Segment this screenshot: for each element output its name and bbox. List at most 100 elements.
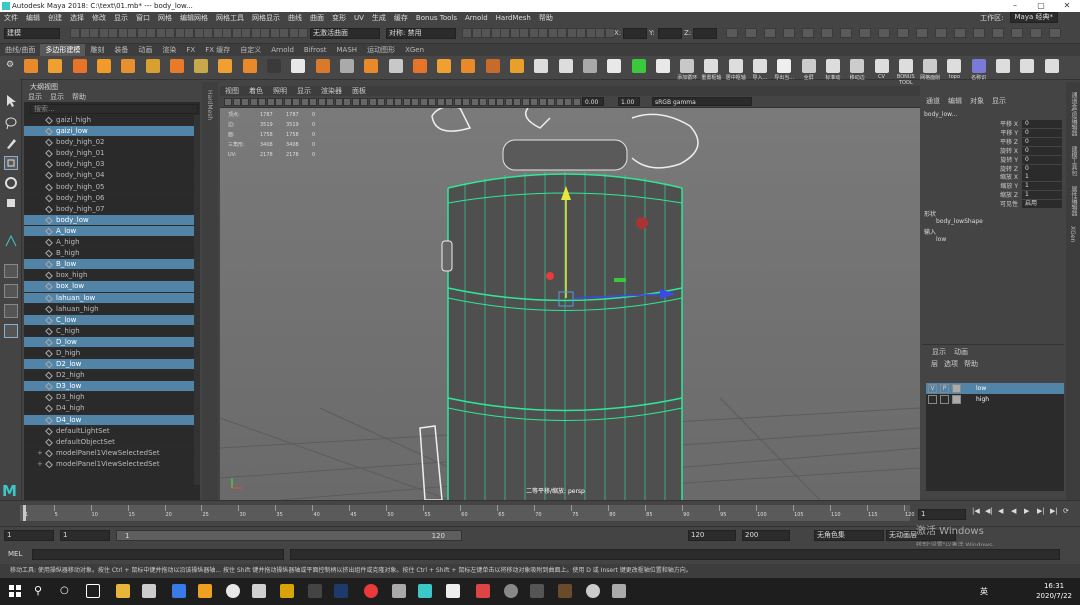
four-view-layout-icon[interactable] [4,284,18,298]
gamma-field[interactable]: 1.00 [618,97,640,106]
shelf-tool-icon[interactable] [194,59,209,73]
channel-row[interactable]: 可见性 启用 [922,200,1064,209]
shelf-tool-icon[interactable] [145,59,160,73]
persp-outliner-layout-icon[interactable] [4,304,18,318]
outliner-item[interactable]: defaultLightSet [24,426,194,437]
status-tool-icon[interactable] [250,28,261,38]
outliner-item[interactable]: body_high_05 [24,182,194,193]
app-icon-10[interactable] [476,584,490,598]
shelf-tool-icon[interactable] [582,59,597,73]
app-icon-14[interactable] [586,584,600,598]
shelf-tab[interactable]: 多边形建模 [40,44,86,56]
shelf-tool-icon[interactable] [1020,59,1035,73]
layer-menu-item[interactable]: 层 [928,360,941,368]
channel-row[interactable]: 旋转 X 0 [922,146,1064,156]
menu-item[interactable]: 创建 [44,12,66,24]
channel-value[interactable]: 0 [1022,146,1062,155]
app-icon-5[interactable] [280,584,294,598]
shelf-tool-icon[interactable] [801,59,816,73]
channel-value[interactable]: 1 [1022,191,1062,200]
outliner-item[interactable]: body_high_04 [24,170,194,182]
outliner-item[interactable]: D2_high [24,370,194,382]
viewport-tool-icon[interactable] [334,98,343,106]
status-panel-icon[interactable] [878,28,890,38]
system-clock[interactable]: 16:31 2020/7/22 [1036,581,1072,601]
viewport-tool-icon[interactable] [394,98,402,106]
shelf-tool-icon[interactable] [923,59,938,73]
menu-item[interactable]: 生成 [368,12,390,24]
viewport-tool-icon[interactable] [343,98,351,106]
viewport-menu-item[interactable]: 视图 [220,86,244,96]
status-tool-icon[interactable] [146,28,156,38]
status-tool-icon[interactable] [193,28,204,38]
menu-item[interactable]: 选择 [66,12,88,24]
viewport-tool-icon[interactable] [411,98,419,106]
status-tool-icon[interactable] [241,28,251,38]
shelf-tool-icon[interactable] [364,59,379,73]
shelf-tool-icon[interactable] [24,59,38,73]
outliner-item[interactable]: D3_low [24,381,194,393]
outliner-search-input[interactable]: 搜索... [30,104,198,114]
menu-set-dropdown[interactable]: 建模 [4,28,60,39]
status-tool-icon[interactable] [174,28,185,38]
layer-row[interactable]: V Plow [926,383,1064,394]
status-tool-icon[interactable] [127,28,137,38]
status-render-icon[interactable] [585,28,596,38]
status-tool-icon[interactable] [298,28,308,38]
shelf-tool-icon[interactable] [996,59,1010,73]
channel-row[interactable]: 旋转 Y 0 [922,155,1064,165]
viewport-tool-icon[interactable] [504,98,513,106]
channel-value[interactable]: 1 [1022,182,1062,191]
viewport-tool-icon[interactable] [479,98,487,106]
outliner-item[interactable]: C_low [24,314,194,326]
outliner-item[interactable]: body_high_07 [24,204,194,215]
outliner-layout-icon[interactable] [4,324,18,338]
channel-row[interactable]: 缩放 Y 1 [922,182,1064,191]
viewport-tool-icon[interactable] [258,98,266,106]
outliner-item[interactable]: D4_low [24,414,194,426]
viewport-tool-icon[interactable] [368,98,377,106]
layer-type-toggle[interactable] [952,384,961,393]
viewport-tool-icon[interactable] [249,98,258,106]
viewport-tool-icon[interactable] [572,98,581,106]
viewport-menu-item[interactable]: 着色 [244,86,268,96]
playback-button-icon[interactable]: ◀ [998,507,1003,515]
app-icon-4[interactable] [252,584,266,598]
gear-icon[interactable]: ⚙ [6,60,14,70]
channel-value[interactable]: 0 [1022,120,1062,128]
status-tool-icon[interactable] [279,28,289,38]
layer-playback-toggle[interactable]: P [940,384,949,393]
app-icon-8[interactable] [392,584,406,598]
status-render-icon[interactable] [462,28,472,38]
channel-box-menu-item[interactable]: 编辑 [944,96,966,106]
status-panel-icon[interactable] [935,28,947,38]
shelf-tool-icon[interactable] [753,59,767,73]
playback-button-icon[interactable]: ◀| [985,507,993,515]
outliner-item[interactable]: gaizi_high [24,115,194,127]
shelf-tab[interactable]: 运动图形 [362,44,400,56]
layer-row[interactable]: high [926,394,1064,405]
status-tool-icon[interactable] [98,28,109,38]
shelf-tool-icon[interactable] [412,59,427,73]
shelf-tool-icon[interactable] [947,59,962,73]
status-panel-icon[interactable] [764,28,776,38]
menu-item[interactable]: 修改 [88,12,110,24]
task-view-icon[interactable] [86,584,100,598]
end-time-field[interactable]: 200 [742,530,790,541]
outliner-item[interactable]: D_low [24,336,194,348]
outliner-menu-item[interactable]: 显示 [46,92,68,102]
select-tool-icon[interactable] [4,94,18,108]
outliner-item[interactable]: A_low [24,225,194,238]
status-render-icon[interactable] [528,28,539,38]
app-icon-12[interactable] [530,584,544,598]
status-render-icon[interactable] [604,28,615,38]
viewport-tool-icon[interactable] [402,98,411,106]
side-tab[interactable]: 属性编辑器 [1069,186,1078,216]
x-field[interactable] [623,28,647,39]
status-panel-icon[interactable] [726,28,738,38]
app-icon-1[interactable] [142,584,156,598]
layer-visibility-toggle[interactable] [928,395,937,404]
status-panel-icon[interactable] [840,28,852,38]
viewport-tool-icon[interactable] [436,98,445,106]
shelf-tool-icon[interactable] [631,59,646,73]
